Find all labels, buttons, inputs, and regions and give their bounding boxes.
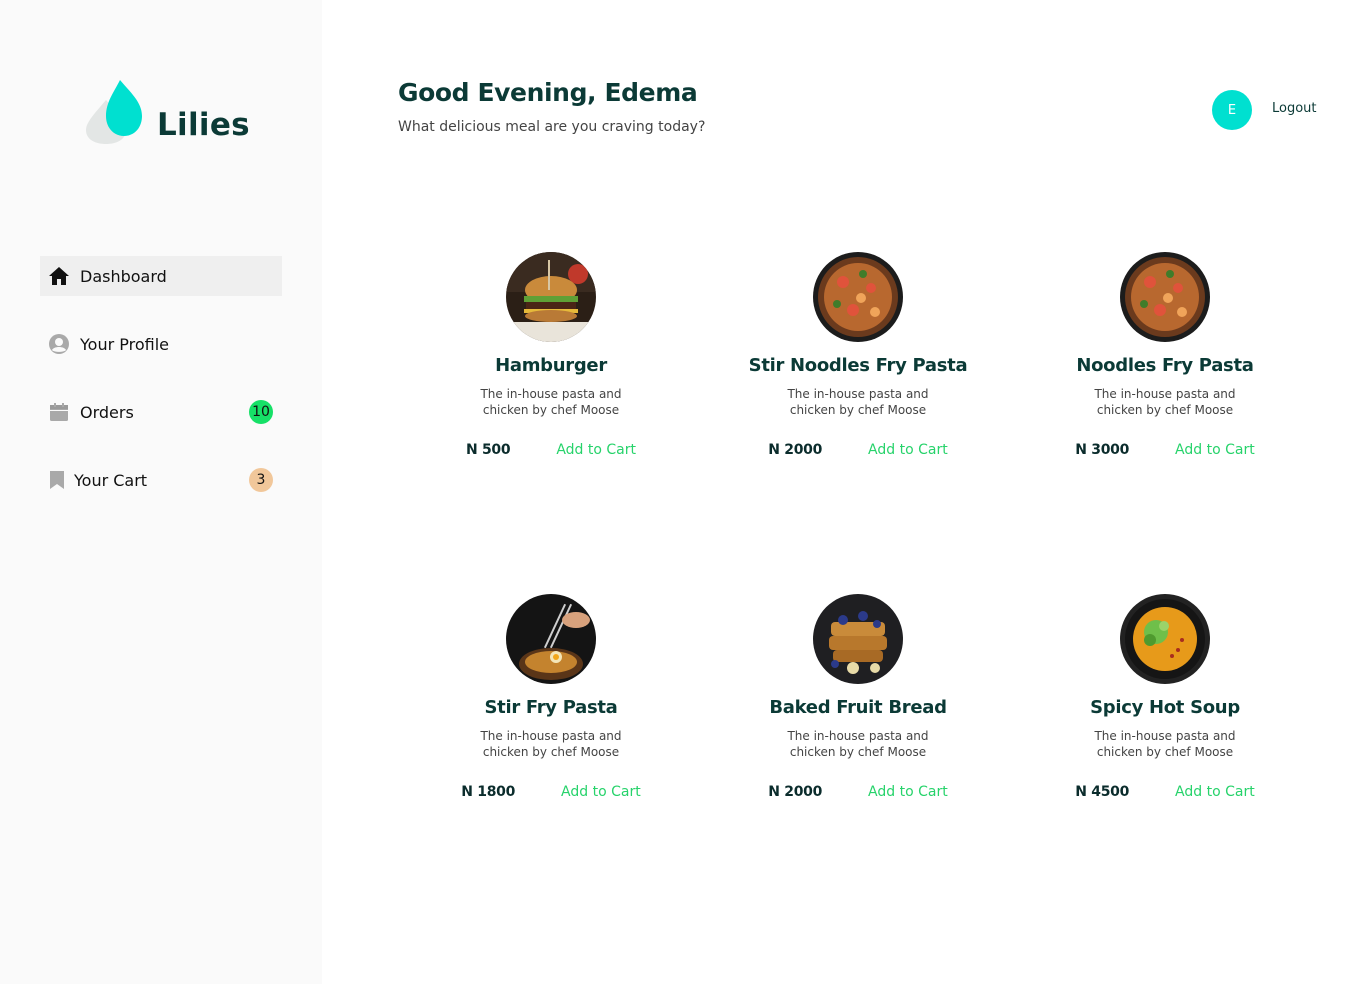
food-purchase-row: N 500 Add to Cart — [421, 442, 681, 458]
add-to-cart-button[interactable]: Add to Cart — [1175, 442, 1255, 458]
sidebar-item-label: Dashboard — [80, 266, 167, 286]
food-description: The in-house pasta and chicken by chef M… — [1094, 387, 1236, 417]
sidebar-item-orders[interactable]: Orders 10 — [40, 392, 282, 432]
sidebar-item-label: Your Profile — [80, 334, 169, 354]
food-price: N 2000 — [768, 784, 823, 800]
food-card-baked-fruit-bread: Baked Fruit Bread The in-house pasta and… — [728, 594, 988, 824]
food-image-spicy-hot-soup — [1120, 594, 1210, 684]
orders-count-badge: 10 — [249, 400, 273, 424]
food-purchase-row: N 3000 Add to Cart — [1035, 442, 1295, 458]
bookmark-icon — [46, 469, 68, 491]
drop-logo-icon — [84, 78, 144, 146]
avatar[interactable]: E — [1212, 90, 1252, 130]
sidebar-item-your-cart[interactable]: Your Cart 3 — [40, 460, 282, 500]
food-purchase-row: N 1800 Add to Cart — [421, 784, 681, 800]
food-description: The in-house pasta and chicken by chef M… — [787, 729, 929, 759]
page-header: Good Evening, Edema What delicious meal … — [398, 78, 705, 135]
food-name: Spicy Hot Soup — [1090, 697, 1240, 718]
add-to-cart-button[interactable]: Add to Cart — [868, 784, 948, 800]
food-price: N 500 — [466, 442, 511, 458]
food-name: Hamburger — [495, 355, 607, 376]
cart-count-badge: 3 — [249, 468, 273, 492]
sidebar-item-label: Your Cart — [74, 470, 148, 490]
sidebar: Lilies Dashboard Your Profile Orders 10 — [0, 0, 322, 984]
food-image-noodles-fry-pasta — [1120, 252, 1210, 342]
food-image-baked-fruit-bread — [813, 594, 903, 684]
food-name: Noodles Fry Pasta — [1076, 355, 1254, 376]
home-icon — [48, 265, 70, 287]
calendar-icon — [48, 401, 70, 423]
logout-link[interactable]: Logout — [1272, 101, 1317, 116]
food-name: Stir Fry Pasta — [484, 697, 618, 718]
food-name: Baked Fruit Bread — [769, 697, 947, 718]
sidebar-item-dashboard[interactable]: Dashboard — [40, 256, 282, 296]
food-card-hamburger: Hamburger The in-house pasta and chicken… — [421, 252, 681, 482]
food-purchase-row: N 2000 Add to Cart — [728, 784, 988, 800]
sidebar-nav: Dashboard Your Profile Orders 10 Your Ca… — [40, 256, 282, 528]
brand-logo[interactable]: Lilies — [84, 78, 250, 146]
food-price: N 3000 — [1075, 442, 1130, 458]
food-purchase-row: N 4500 Add to Cart — [1035, 784, 1295, 800]
food-card-noodles-fry-pasta: Noodles Fry Pasta The in-house pasta and… — [1035, 252, 1295, 482]
food-card-spicy-hot-soup: Spicy Hot Soup The in-house pasta and ch… — [1035, 594, 1295, 824]
food-description: The in-house pasta and chicken by chef M… — [1094, 729, 1236, 759]
food-price: N 2000 — [768, 442, 823, 458]
food-name: Stir Noodles Fry Pasta — [748, 355, 968, 376]
food-image-stir-fry-pasta — [506, 594, 596, 684]
food-price: N 1800 — [461, 784, 516, 800]
food-card-stir-noodles-fry-pasta: Stir Noodles Fry Pasta The in-house past… — [728, 252, 988, 482]
add-to-cart-button[interactable]: Add to Cart — [556, 442, 636, 458]
food-image-stir-noodles-fry-pasta — [813, 252, 903, 342]
add-to-cart-button[interactable]: Add to Cart — [561, 784, 641, 800]
profile-icon — [48, 333, 70, 355]
page-title: Good Evening, Edema — [398, 78, 698, 107]
food-price: N 4500 — [1075, 784, 1130, 800]
sidebar-item-your-profile[interactable]: Your Profile — [40, 324, 282, 364]
add-to-cart-button[interactable]: Add to Cart — [868, 442, 948, 458]
sidebar-item-label: Orders — [80, 402, 134, 422]
food-image-hamburger — [506, 252, 596, 342]
food-description: The in-house pasta and chicken by chef M… — [480, 729, 622, 759]
page-subtitle: What delicious meal are you craving toda… — [398, 119, 706, 135]
add-to-cart-button[interactable]: Add to Cart — [1175, 784, 1255, 800]
food-card-stir-fry-pasta: Stir Fry Pasta The in-house pasta and ch… — [421, 594, 681, 824]
brand-name: Lilies — [157, 107, 250, 143]
food-description: The in-house pasta and chicken by chef M… — [787, 387, 929, 417]
food-purchase-row: N 2000 Add to Cart — [728, 442, 988, 458]
food-description: The in-house pasta and chicken by chef M… — [480, 387, 622, 417]
